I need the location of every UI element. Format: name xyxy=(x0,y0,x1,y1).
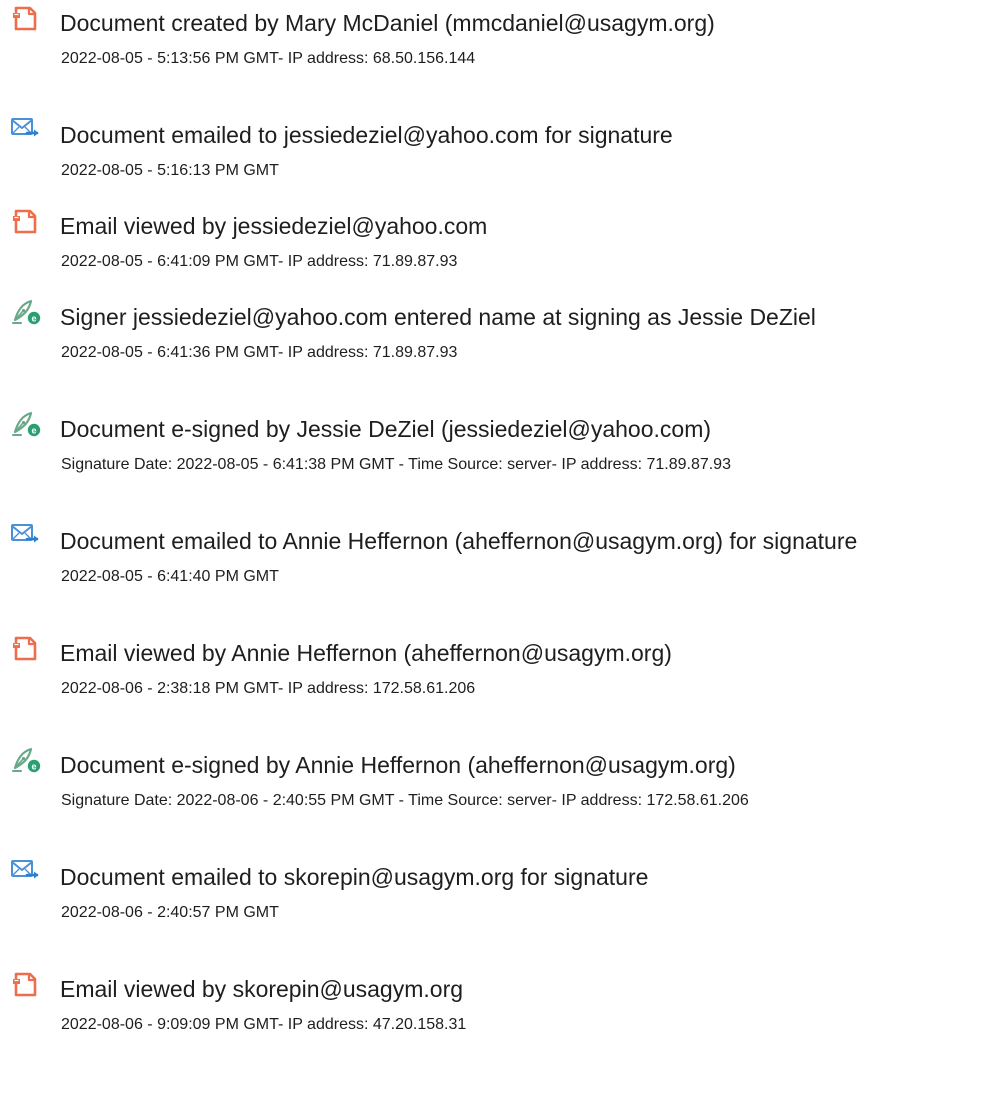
email-icon xyxy=(10,858,44,888)
signature-icon: e xyxy=(10,410,44,440)
event-title: Document created by Mary McDaniel (mmcda… xyxy=(60,10,715,36)
audit-event: Document emailed to jessiedeziel@yahoo.c… xyxy=(0,112,987,202)
event-title: Signer jessiedeziel@yahoo.com entered na… xyxy=(60,304,816,330)
audit-event: Email viewed by Annie Heffernon (aheffer… xyxy=(0,630,987,720)
event-detail: 2022-08-06 - 9:09:09 PM GMT- IP address:… xyxy=(61,1016,467,1033)
svg-text:e: e xyxy=(31,425,36,435)
event-detail: 2022-08-05 - 6:41:09 PM GMT- IP address:… xyxy=(61,253,458,270)
audit-event: e Document e-signed by Annie Heffernon (… xyxy=(0,742,987,832)
event-title: Email viewed by Annie Heffernon (aheffer… xyxy=(60,640,672,666)
event-title: Document e-signed by Jessie DeZiel (jess… xyxy=(60,416,712,442)
event-detail: 2022-08-05 - 5:16:13 PM GMT xyxy=(61,162,279,179)
event-detail: 2022-08-06 - 2:38:18 PM GMT- IP address:… xyxy=(61,680,476,697)
event-title: Document emailed to skorepin@usagym.org … xyxy=(60,864,649,890)
event-title: Email viewed by skorepin@usagym.org xyxy=(60,976,464,1002)
svg-text:e: e xyxy=(31,313,36,323)
document-icon xyxy=(10,634,44,664)
document-icon xyxy=(10,207,44,237)
audit-event: Email viewed by jessiedeziel@yahoo.com 20… xyxy=(0,203,987,293)
event-title: Document emailed to jessiedeziel@yahoo.c… xyxy=(60,122,673,148)
event-title: Email viewed by jessiedeziel@yahoo.com xyxy=(60,213,488,239)
audit-event: Document created by Mary McDaniel (mmcda… xyxy=(0,0,987,90)
document-icon xyxy=(10,4,44,34)
audit-event: Email viewed by skorepin@usagym.org 2022-… xyxy=(0,966,987,1056)
svg-text:e: e xyxy=(31,761,36,771)
audit-event: e Signer jessiedeziel@yahoo.com entered … xyxy=(0,294,987,384)
audit-event: e Document e-signed by Jessie DeZiel (je… xyxy=(0,406,987,496)
event-detail: Signature Date: 2022-08-05 - 6:41:38 PM … xyxy=(61,456,731,473)
event-detail: 2022-08-05 - 5:13:56 PM GMT- IP address:… xyxy=(61,50,476,67)
event-title: Document emailed to Annie Heffernon (ahe… xyxy=(60,528,858,554)
email-icon xyxy=(10,116,44,146)
event-detail: 2022-08-05 - 6:41:40 PM GMT xyxy=(61,568,279,585)
signature-icon: e xyxy=(10,298,44,328)
event-detail: 2022-08-06 - 2:40:57 PM GMT xyxy=(61,904,279,921)
signature-icon: e xyxy=(10,746,44,776)
audit-event: Document emailed to Annie Heffernon (ahe… xyxy=(0,518,987,608)
event-title: Document e-signed by Annie Heffernon (ah… xyxy=(60,752,736,778)
event-detail: 2022-08-05 - 6:41:36 PM GMT- IP address:… xyxy=(61,344,458,361)
audit-event: Document emailed to skorepin@usagym.org … xyxy=(0,854,987,944)
event-detail: Signature Date: 2022-08-06 - 2:40:55 PM … xyxy=(61,792,749,809)
email-icon xyxy=(10,522,44,552)
document-icon xyxy=(10,970,44,1000)
